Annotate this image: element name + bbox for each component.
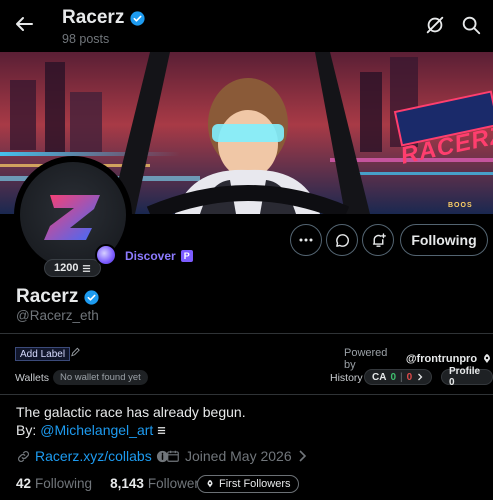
chevron-right-icon	[299, 450, 306, 462]
link-icon	[18, 450, 29, 462]
bio-by-label: By:	[16, 422, 37, 438]
calendar-icon	[167, 450, 179, 462]
rocket-icon	[484, 354, 491, 363]
joined-text: Joined May 2026	[185, 448, 292, 464]
discover-orb-icon[interactable]	[95, 244, 117, 266]
bio-text: The galactic race has already begun.	[16, 404, 246, 420]
ca-red-count: 0	[406, 371, 413, 383]
add-label-button[interactable]: Add Label	[15, 347, 71, 361]
header-title: Racerz	[62, 7, 146, 29]
ca-label: CA	[372, 371, 387, 383]
verified-badge-icon	[130, 10, 145, 26]
profile-history-button[interactable]: Profile 0	[441, 366, 493, 388]
header-name: Racerz	[62, 7, 125, 28]
notifications-button[interactable]	[362, 224, 394, 256]
divider	[0, 394, 493, 395]
score-badge[interactable]: 1200	[44, 259, 102, 277]
ca-separator: |	[400, 371, 403, 383]
following-count: 42	[16, 476, 32, 491]
more-options-button[interactable]	[290, 224, 322, 256]
powered-by-brand[interactable]: @frontrunpro	[406, 353, 477, 365]
profile-name: Racerz	[16, 286, 100, 308]
discover-link[interactable]: Discover P	[125, 249, 193, 263]
back-arrow-icon[interactable]	[12, 12, 36, 36]
verified-badge-icon	[84, 289, 99, 305]
website-link[interactable]: Racerz.xyz/collabs	[35, 448, 152, 464]
ca-green-count: 0	[390, 371, 397, 383]
bio-mention-link[interactable]: @Michelangel_art	[40, 422, 153, 438]
stack-icon	[83, 264, 91, 272]
profile-handle: @Racerz_eth	[16, 308, 99, 323]
following-button[interactable]: Following	[400, 224, 488, 256]
grok-icon[interactable]	[424, 14, 446, 36]
history-label: History	[330, 372, 363, 384]
first-followers-button[interactable]: First Followers	[197, 475, 299, 493]
bell-plus-icon	[372, 232, 386, 247]
ellipsis-icon	[299, 238, 313, 242]
website-row: Racerz.xyz/collabs	[16, 448, 169, 464]
chevron-right-icon	[418, 373, 423, 381]
score-value: 1200	[54, 262, 79, 274]
wallet-status: No wallet found yet	[53, 370, 148, 385]
divider	[0, 333, 493, 334]
powered-by-label: Powered by	[344, 347, 388, 371]
rocket-icon	[207, 479, 213, 488]
banner-side-text: BOOS	[448, 202, 473, 209]
follow-counts: 42 Following 8,143 Followers	[16, 476, 206, 491]
chat-bubble-icon	[335, 233, 349, 247]
first-followers-label: First Followers	[219, 478, 291, 490]
ca-history-button[interactable]: CA 0 | 0	[364, 369, 433, 385]
discover-badge-icon: P	[180, 250, 193, 262]
joined-date[interactable]: Joined May 2026	[166, 448, 307, 464]
wallets-label: Wallets	[15, 372, 50, 384]
following-label: Following	[35, 476, 93, 491]
message-button[interactable]	[326, 224, 358, 256]
pencil-icon[interactable]	[70, 346, 81, 358]
top-bar: Racerz 98 posts	[0, 0, 493, 52]
discover-label: Discover	[125, 249, 176, 263]
followers-link[interactable]: 8,143 Followers	[110, 476, 206, 491]
post-count: 98 posts	[62, 32, 110, 46]
following-link[interactable]: 42 Following	[16, 476, 92, 491]
stack-icon	[158, 426, 166, 434]
bio-credit: By: @Michelangel_art	[16, 422, 166, 438]
display-name: Racerz	[16, 286, 79, 307]
followers-count: 8,143	[110, 476, 144, 491]
search-icon[interactable]	[460, 14, 482, 36]
